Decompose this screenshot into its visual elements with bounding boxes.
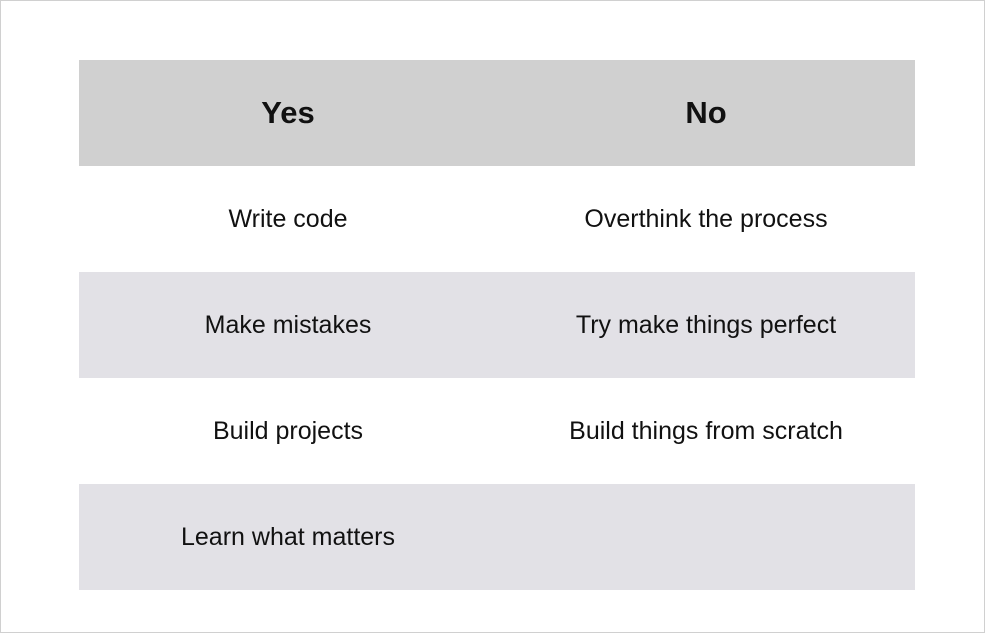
header-no: No [685, 95, 727, 130]
yes-cell: Build projects [212, 417, 364, 445]
no-cell: Overthink the process [584, 205, 828, 233]
no-cell: Try make things perfect [575, 311, 837, 339]
no-cell: Build things from scratch [569, 417, 843, 445]
yes-no-table: Yes No Write code Overthink the process … [79, 60, 915, 590]
page: Yes No Write code Overthink the process … [0, 0, 985, 633]
table-header-row: Yes No [79, 60, 915, 166]
table-row: Learn what matters [79, 484, 915, 590]
header-yes: Yes [261, 95, 315, 130]
yes-cell: Write code [228, 205, 348, 233]
table-row: Build projects Build things from scratch [79, 378, 915, 484]
yes-cell: Learn what matters [181, 523, 395, 551]
table-row: Make mistakes Try make things perfect [79, 272, 915, 378]
yes-cell: Make mistakes [204, 311, 372, 339]
table-row: Write code Overthink the process [79, 166, 915, 272]
